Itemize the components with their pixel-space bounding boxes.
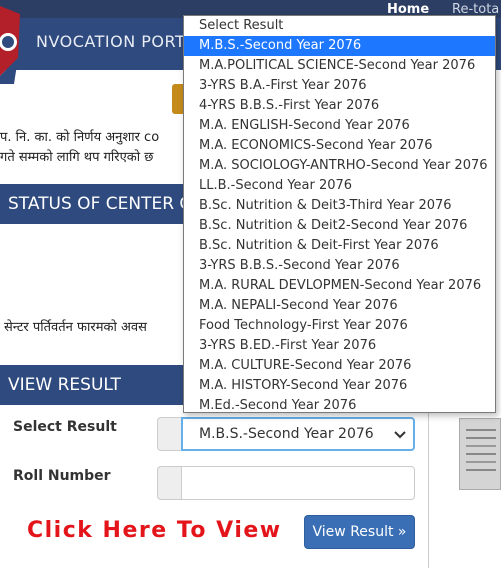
dropdown-option[interactable]: M.A. NEPALI-Second Year 2076	[184, 296, 495, 316]
roll-number-label: Roll Number	[13, 468, 111, 484]
dropdown-option[interactable]: Select Result	[184, 16, 495, 36]
dropdown-option[interactable]: M.A. HISTORY-Second Year 2076	[184, 376, 495, 396]
dropdown-option[interactable]: 3-YRS B.B.S.-Second Year 2076	[184, 256, 495, 276]
status-section-header: STATUS OF CENTER C	[0, 184, 200, 224]
view-result-button[interactable]: View Result »	[304, 515, 415, 549]
chevron-down-icon	[394, 431, 406, 439]
center-change-note: सेन्टर पर्तिवर्तन फारमको अवस	[4, 320, 147, 335]
dropdown-option[interactable]: M.A.POLITICAL SCIENCE-Second Year 2076	[184, 56, 495, 76]
dropdown-option[interactable]: M.A. RURAL DEVLOPMEN-Second Year 2076	[184, 276, 495, 296]
notice-text: प. नि. का. को निर्णय अनुशार co गते सम्मक…	[0, 128, 159, 168]
dropdown-option[interactable]: 4-YRS B.B.S.-First Year 2076	[184, 96, 495, 116]
result-select[interactable]: M.B.S.-Second Year 2076	[181, 417, 415, 451]
notice-line-1: प. नि. का. को निर्णय अनुशार co	[0, 130, 160, 145]
select-result-label: Select Result	[13, 419, 117, 435]
select-addon	[157, 417, 181, 451]
roll-number-input[interactable]	[181, 466, 415, 500]
dropdown-option[interactable]: M.Ed.-Second Year 2076	[184, 396, 495, 412]
click-here-text: Click Here To View	[27, 518, 282, 543]
dropdown-option[interactable]: 3-YRS B.ED.-First Year 2076	[184, 336, 495, 356]
dropdown-option[interactable]: B.Sc. Nutrition & Deit2-Second Year 2076	[184, 216, 495, 236]
page: Home Re-tota NVOCATION PORT प. नि. का. क…	[0, 0, 501, 568]
result-dropdown-list: Select Result M.B.S.-Second Year 2076 M.A.…	[183, 15, 496, 413]
result-select-value: M.B.S.-Second Year 2076	[199, 426, 374, 442]
view-result-header: VIEW RESULT	[0, 365, 200, 405]
dropdown-option[interactable]: B.Sc. Nutrition & Deit-First Year 2076	[184, 236, 495, 256]
header-title: NVOCATION PORT	[36, 32, 186, 51]
university-logo-icon	[0, 6, 20, 84]
dropdown-option[interactable]: Food Technology-First Year 2076	[184, 316, 495, 336]
notice-line-2: गते सम्मको लागि थप गरिएको छ	[0, 150, 154, 165]
dropdown-option[interactable]: 3-YRS B.A.-First Year 2076	[184, 76, 495, 96]
dropdown-option[interactable]: LL.B.-Second Year 2076	[184, 176, 495, 196]
notice-thumbnail[interactable]	[459, 418, 501, 490]
dropdown-option[interactable]: M.B.S.-Second Year 2076	[184, 36, 495, 56]
roll-addon	[157, 466, 181, 500]
dropdown-option[interactable]: M.A. SOCIOLOGY-ANTRHO-Second Year 2076	[184, 156, 495, 176]
dropdown-option[interactable]: M.A. CULTURE-Second Year 2076	[184, 356, 495, 376]
dropdown-option[interactable]: M.A. ENGLISH-Second Year 2076	[184, 116, 495, 136]
dropdown-option[interactable]: B.Sc. Nutrition & Deit3-Third Year 2076	[184, 196, 495, 216]
dropdown-option[interactable]: M.A. ECONOMICS-Second Year 2076	[184, 136, 495, 156]
